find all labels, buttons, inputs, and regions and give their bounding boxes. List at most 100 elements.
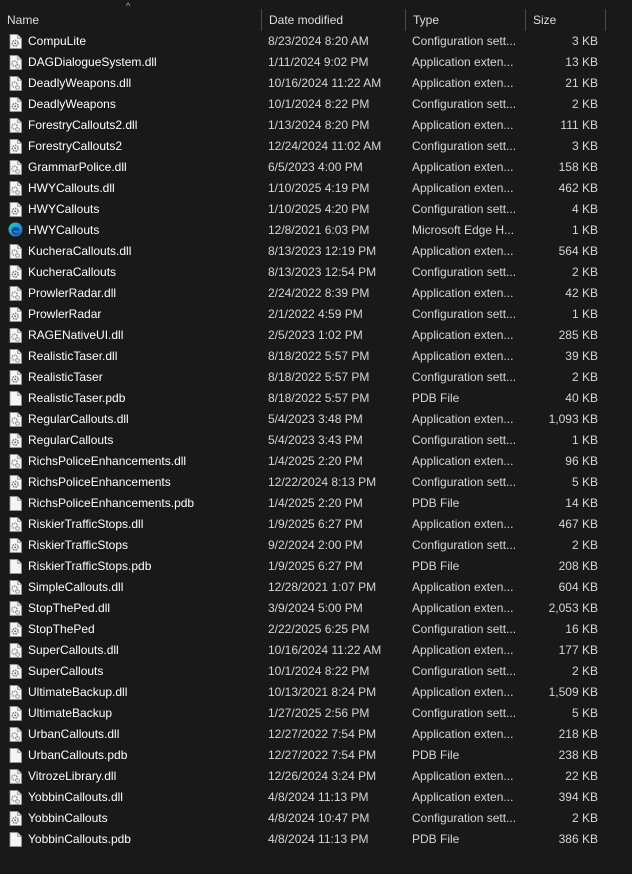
file-type: Configuration sett... <box>412 811 517 825</box>
file-date-modified: 8/13/2023 12:54 PM <box>268 265 377 279</box>
file-row[interactable]: DAGDialogueSystem.dll 1/11/2024 9:02 PM Ap… <box>0 52 632 73</box>
file-type: Configuration sett... <box>412 622 517 636</box>
file-name: GrammarPolice.dll <box>28 160 127 174</box>
file-row[interactable]: YobbinCallouts 4/8/2024 10:47 PM Configura… <box>0 808 632 829</box>
file-row[interactable]: SuperCallouts 10/1/2024 8:22 PM Configurat… <box>0 661 632 682</box>
file-row[interactable]: YobbinCallouts.pdb 4/8/2024 11:13 PM PDB F… <box>0 829 632 850</box>
file-row[interactable]: UltimateBackup 1/27/2025 2:56 PM Configura… <box>0 703 632 724</box>
file-type: Application exten... <box>412 118 514 132</box>
config-file-icon <box>9 307 22 322</box>
column-header-name[interactable]: ^ Name <box>0 1 262 31</box>
file-name: UltimateBackup.dll <box>28 685 128 699</box>
config-file-icon <box>9 139 22 154</box>
file-row[interactable]: RealisticTaser 8/18/2022 5:57 PM Configura… <box>0 367 632 388</box>
file-row[interactable]: UrbanCallouts.dll 12/27/2022 7:54 PM Appli… <box>0 724 632 745</box>
file-size: 1,509 KB <box>548 685 598 699</box>
dll-file-icon <box>9 244 22 259</box>
file-explorer-list: ^ Name Date modified Type Size CompuLite… <box>0 0 632 874</box>
file-date-modified: 3/9/2024 5:00 PM <box>268 601 363 615</box>
file-date-modified: 1/9/2025 6:27 PM <box>268 559 363 573</box>
file-row[interactable]: GrammarPolice.dll 6/5/2023 4:00 PM Applica… <box>0 157 632 178</box>
file-name: ProwlerRadar.dll <box>28 286 117 300</box>
file-size: 22 KB <box>565 769 598 783</box>
blank-file-icon <box>9 496 22 511</box>
file-name: CompuLite <box>28 34 87 48</box>
file-name: ProwlerRadar <box>28 307 102 321</box>
file-row[interactable]: VitrozeLibrary.dll 12/26/2024 3:24 PM Appl… <box>0 766 632 787</box>
file-row[interactable]: RegularCallouts.dll 5/4/2023 3:48 PM Appli… <box>0 409 632 430</box>
file-row[interactable]: RichsPoliceEnhancements.pdb 1/4/2025 2:20… <box>0 493 632 514</box>
file-name: KucheraCallouts <box>28 265 117 279</box>
file-type: Application exten... <box>412 412 514 426</box>
file-row[interactable]: RealisticTaser.dll 8/18/2022 5:57 PM Appli… <box>0 346 632 367</box>
file-row[interactable]: ForestryCallouts2 12/24/2024 11:02 AM Conf… <box>0 136 632 157</box>
file-row[interactable]: CompuLite 8/23/2024 8:20 AM Configuration … <box>0 31 632 52</box>
file-size: 5 KB <box>571 475 598 489</box>
file-size: 208 KB <box>558 559 598 573</box>
file-row[interactable]: ProwlerRadar.dll 2/24/2022 8:39 PM Applica… <box>0 283 632 304</box>
file-date-modified: 2/24/2022 8:39 PM <box>268 286 370 300</box>
file-row[interactable]: UltimateBackup.dll 10/13/2021 8:24 PM Appl… <box>0 682 632 703</box>
file-row[interactable]: YobbinCallouts.dll 4/8/2024 11:13 PM Appli… <box>0 787 632 808</box>
file-row[interactable]: RiskierTrafficStops.dll 1/9/2025 6:27 PM A… <box>0 514 632 535</box>
file-type: Application exten... <box>412 328 514 342</box>
config-file-icon <box>9 265 22 280</box>
file-size: 1 KB <box>571 223 598 237</box>
config-file-icon <box>9 538 22 553</box>
dll-file-icon <box>9 454 22 469</box>
file-row[interactable]: StopThePed.dll 3/9/2024 5:00 PM Applicatio… <box>0 598 632 619</box>
file-date-modified: 12/8/2021 6:03 PM <box>268 223 370 237</box>
file-row[interactable]: RiskierTrafficStops 9/2/2024 2:00 PM Confi… <box>0 535 632 556</box>
file-row[interactable]: RichsPoliceEnhancements 12/22/2024 8:13 P… <box>0 472 632 493</box>
column-header-size[interactable]: Size <box>525 9 606 31</box>
file-name: DeadlyWeapons.dll <box>28 76 132 90</box>
file-type: Application exten... <box>412 55 514 69</box>
file-row[interactable]: RichsPoliceEnhancements.dll 1/4/2025 2:20… <box>0 451 632 472</box>
file-row[interactable]: SuperCallouts.dll 10/16/2024 11:22 AM Appl… <box>0 640 632 661</box>
file-name: YobbinCallouts <box>28 811 108 825</box>
file-type: PDB File <box>412 391 460 405</box>
file-date-modified: 12/28/2021 1:07 PM <box>268 580 377 594</box>
file-row[interactable]: RealisticTaser.pdb 8/18/2022 5:57 PM PDB F… <box>0 388 632 409</box>
file-type: Application exten... <box>412 580 514 594</box>
file-row[interactable]: HWYCallouts.dll 1/10/2025 4:19 PM Applicat… <box>0 178 632 199</box>
file-name: RiskierTrafficStops.pdb <box>28 559 152 573</box>
file-date-modified: 12/27/2022 7:54 PM <box>268 748 377 762</box>
file-type: Configuration sett... <box>412 265 517 279</box>
file-row[interactable]: RiskierTrafficStops.pdb 1/9/2025 6:27 PM P… <box>0 556 632 577</box>
column-header-type[interactable]: Type <box>405 9 526 31</box>
file-row[interactable]: DeadlyWeapons.dll 10/16/2024 11:22 AM Appl… <box>0 73 632 94</box>
file-row[interactable]: KucheraCallouts 8/13/2023 12:54 PM Configu… <box>0 262 632 283</box>
file-row[interactable]: DeadlyWeapons 10/1/2024 8:22 PM Configurat… <box>0 94 632 115</box>
file-type: PDB File <box>412 748 460 762</box>
dll-file-icon <box>9 580 22 595</box>
file-date-modified: 10/16/2024 11:22 AM <box>268 643 382 657</box>
file-size: 2 KB <box>571 97 598 111</box>
file-date-modified: 8/18/2022 5:57 PM <box>268 370 370 384</box>
file-row[interactable]: HWYCallouts 12/8/2021 6:03 PM Microsoft Ed… <box>0 220 632 241</box>
file-type: Application exten... <box>412 286 514 300</box>
file-row[interactable]: ForestryCallouts2.dll 1/13/2024 8:20 PM Ap… <box>0 115 632 136</box>
file-date-modified: 1/13/2024 8:20 PM <box>268 118 370 132</box>
vertical-scrollbar[interactable] <box>624 0 632 874</box>
file-type: Application exten... <box>412 517 514 531</box>
file-row[interactable]: KucheraCallouts.dll 8/13/2023 12:19 PM App… <box>0 241 632 262</box>
file-type: Application exten... <box>412 160 514 174</box>
dll-file-icon <box>9 118 22 133</box>
file-size: 1 KB <box>571 433 598 447</box>
file-row[interactable]: ProwlerRadar 2/1/2022 4:59 PM Configuratio… <box>0 304 632 325</box>
file-row[interactable]: RAGENativeUI.dll 2/5/2023 1:02 PM Applicat… <box>0 325 632 346</box>
column-header-size-label: Size <box>533 13 557 27</box>
file-date-modified: 1/4/2025 2:20 PM <box>268 496 363 510</box>
config-file-icon <box>9 34 22 49</box>
blank-file-icon <box>9 391 22 406</box>
column-header-date-modified[interactable]: Date modified <box>261 9 406 31</box>
file-size: 238 KB <box>558 748 598 762</box>
file-row[interactable]: HWYCallouts 1/10/2025 4:20 PM Configuratio… <box>0 199 632 220</box>
file-row[interactable]: StopThePed 2/22/2025 6:25 PM Configuration… <box>0 619 632 640</box>
file-type: Configuration sett... <box>412 34 517 48</box>
file-row[interactable]: RegularCallouts 5/4/2023 3:43 PM Configura… <box>0 430 632 451</box>
file-row[interactable]: UrbanCallouts.pdb 12/27/2022 7:54 PM PDB F… <box>0 745 632 766</box>
file-name: SuperCallouts.dll <box>28 643 119 657</box>
file-row[interactable]: SimpleCallouts.dll 12/28/2021 1:07 PM Appl… <box>0 577 632 598</box>
